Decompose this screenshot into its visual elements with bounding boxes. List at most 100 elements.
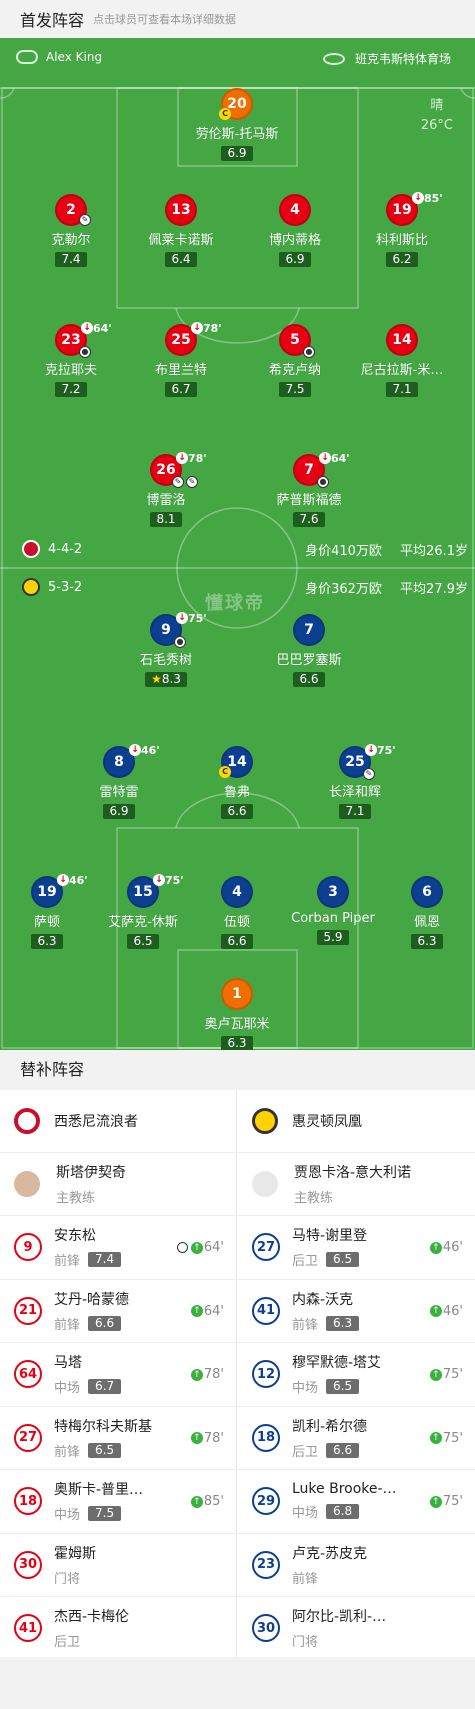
player-number: 7 ↓ 64' ● bbox=[293, 452, 350, 488]
sub-number: 29 bbox=[252, 1487, 280, 1516]
sub-in-time: 46' bbox=[442, 1303, 463, 1319]
away-subs-column: 惠灵顿凤凰 贾恩卡洛-意大利诺 主教练 27 马特-谢里登 后卫 6.5 ↑ 46' 4… bbox=[238, 1090, 475, 1661]
player-name: 雷特雷 bbox=[99, 785, 139, 800]
sub-position: 前锋 bbox=[54, 1317, 81, 1333]
away-team-value: 身价362万欧 bbox=[305, 582, 382, 597]
sub-rating: 7.5 bbox=[88, 1506, 122, 1522]
stadium-icon bbox=[322, 52, 345, 65]
player-name: 奥卢瓦耶米 bbox=[204, 1017, 270, 1032]
sub-player-row[interactable]: 23 卢克-苏皮克 前锋 bbox=[238, 1534, 475, 1597]
sub-player-row[interactable]: 27 特梅尔科夫斯基 前锋 6.5 ↑ 78' bbox=[0, 1407, 236, 1470]
sub-position: 门将 bbox=[292, 1635, 319, 1651]
sub-out-icon: ↓ bbox=[81, 322, 93, 334]
player-away-fw-1[interactable]: 9 ↓ 75' ● 石毛秀树 ★8.3 bbox=[101, 612, 231, 687]
player-away-fw-2[interactable]: 7 巴巴罗塞斯 6.6 bbox=[244, 614, 374, 687]
sub-player-row[interactable]: 64 马塔 中场 6.7 ↑ 78' bbox=[0, 1343, 236, 1407]
sub-player-row[interactable]: 30 阿尔比-凯利-… 门将 bbox=[238, 1597, 475, 1661]
sub-in-info: ↑ 75' bbox=[429, 1367, 463, 1382]
sub-out-icon: ↓ bbox=[153, 874, 165, 886]
sub-in-time: 64' bbox=[203, 1240, 224, 1255]
player-number: 20 C bbox=[219, 88, 253, 120]
sub-in-icon: ↑ bbox=[429, 1241, 442, 1254]
sub-out-time: 75' bbox=[188, 612, 207, 625]
sub-out-time: 78' bbox=[188, 452, 207, 465]
player-home-mid-2[interactable]: 25 ↓ 78' 布里兰特 6.7 bbox=[116, 322, 246, 397]
player-rating: 6.6 bbox=[293, 672, 325, 687]
player-number: 14 bbox=[386, 324, 418, 356]
player-home-mid-4[interactable]: 14 尼古拉斯-米… 7.1 bbox=[337, 324, 467, 397]
player-number: 23 ↓ 64' ● bbox=[55, 322, 112, 358]
player-rating: 6.2 bbox=[386, 252, 418, 267]
player-rating: 6.9 bbox=[221, 146, 253, 161]
player-away-mid-3[interactable]: 25 ↓ 75' ✎ 长泽和辉 7.1 bbox=[290, 744, 420, 819]
sub-position: 中场 bbox=[292, 1381, 319, 1397]
player-name: 科利斯比 bbox=[375, 233, 428, 248]
sub-player-row[interactable]: 18 奥斯卡-普里… 中场 7.5 ↑ 85' bbox=[0, 1470, 236, 1534]
player-rating: 6.4 bbox=[165, 252, 197, 267]
sub-number: 18 bbox=[14, 1487, 42, 1516]
sub-in-time: 85' bbox=[203, 1494, 224, 1509]
sub-in-info: ↑ 64' bbox=[190, 1304, 224, 1319]
sub-player-row[interactable]: 9 安东松 前锋 7.4 ↑ 64' bbox=[0, 1216, 236, 1280]
player-rating: 6.3 bbox=[221, 1036, 253, 1050]
sub-player-row[interactable]: 21 艾丹-哈蒙德 前锋 6.6 ↑ 64' bbox=[0, 1280, 236, 1343]
player-home-fw-2[interactable]: 7 ↓ 64' ● 萨普斯福德 7.6 bbox=[244, 452, 374, 527]
player-name: 萨普斯福德 bbox=[276, 493, 342, 508]
sub-name: 卢克-苏皮克 bbox=[292, 1545, 368, 1562]
sub-player-row[interactable]: 12 穆罕默德-塔艾 中场 6.5 ↑ 75' bbox=[238, 1343, 475, 1407]
away-coach-row[interactable]: 贾恩卡洛-意大利诺 主教练 bbox=[238, 1153, 475, 1216]
player-number: 19 ↓ 85' bbox=[386, 192, 443, 226]
coach-name: 斯塔伊契奇 bbox=[56, 1165, 126, 1181]
player-away-gk[interactable]: 1 奥卢瓦耶米 6.3 bbox=[172, 978, 302, 1050]
player-home-gk[interactable]: 20 C 劳伦斯-托马斯 6.9 bbox=[172, 88, 302, 161]
home-coach-row[interactable]: 斯塔伊契奇 主教练 bbox=[0, 1153, 236, 1216]
player-number: 7 bbox=[293, 614, 325, 646]
captain-icon: C bbox=[219, 766, 231, 778]
sub-number: 12 bbox=[252, 1360, 280, 1389]
home-team-row[interactable]: 西悉尼流浪者 bbox=[0, 1090, 236, 1153]
sub-number: 18 bbox=[252, 1423, 280, 1452]
player-away-def-5[interactable]: 6 佩恩 6.3 bbox=[362, 876, 475, 949]
player-home-def-4[interactable]: 19 ↓ 85' 科利斯比 6.2 bbox=[337, 192, 467, 267]
sub-number: 30 bbox=[14, 1550, 42, 1579]
away-team-logo bbox=[22, 578, 40, 596]
captain-icon: C bbox=[219, 108, 231, 120]
sub-in-time: 78' bbox=[203, 1367, 224, 1382]
sub-rating: 6.3 bbox=[326, 1315, 360, 1331]
sub-name: 穆罕默德-塔艾 bbox=[292, 1355, 382, 1372]
sub-player-row[interactable]: 41 杰西-卡梅伦 后卫 bbox=[0, 1597, 236, 1661]
player-away-mid-1[interactable]: 8 ↓ 46' 雷特雷 6.9 bbox=[54, 744, 184, 819]
sub-out-icon: ↓ bbox=[365, 744, 377, 756]
coach-avatar bbox=[14, 1171, 40, 1197]
player-home-fw-1[interactable]: 26 ↓ 78' ✎ ✎ 博雷洛 8.1 bbox=[101, 452, 231, 527]
sub-in-info: ↑ 85' bbox=[190, 1494, 224, 1509]
sub-in-info: ↑ 78' bbox=[190, 1431, 224, 1446]
sub-in-icon: ↑ bbox=[190, 1368, 203, 1381]
away-team-row[interactable]: 惠灵顿凤凰 bbox=[238, 1090, 475, 1153]
sub-in-time: 75' bbox=[442, 1367, 463, 1382]
weather: 晴 26°C bbox=[421, 96, 453, 136]
home-formation-label: 4-4-2 bbox=[48, 541, 83, 557]
sub-name: 艾丹-哈蒙德 bbox=[54, 1291, 130, 1308]
sub-name: 杰西-卡梅伦 bbox=[54, 1609, 130, 1626]
player-number: 19 ↓ 46' bbox=[31, 874, 88, 908]
player-name: 长泽和辉 bbox=[328, 785, 381, 800]
away-formation: 5-3-2 bbox=[22, 578, 82, 596]
lineup-header: 首发阵容 点击球员可查看本场详细数据 bbox=[0, 0, 475, 38]
sub-player-row[interactable]: 41 内森-沃克 前锋 6.3 ↑ 46' bbox=[238, 1280, 475, 1343]
player-away-mid-2[interactable]: 14 C 鲁弗 6.6 bbox=[172, 746, 302, 819]
sub-player-row[interactable]: 18 凯利-希尔德 后卫 6.6 ↑ 75' bbox=[238, 1407, 475, 1470]
home-team-logo bbox=[22, 540, 40, 558]
sub-player-row[interactable]: 27 马特-谢里登 后卫 6.5 ↑ 46' bbox=[238, 1216, 475, 1280]
player-rating: 6.9 bbox=[279, 252, 311, 267]
player-name: 佩莱卡诺斯 bbox=[148, 233, 214, 248]
sub-player-row[interactable]: 29 Luke Brooke-… 中场 6.8 ↑ 75' bbox=[238, 1470, 475, 1534]
player-rating: 7.2 bbox=[55, 382, 87, 397]
coach-name: 贾恩卡洛-意大利诺 bbox=[294, 1165, 412, 1181]
sub-player-row[interactable]: 30 霍姆斯 门将 bbox=[0, 1534, 236, 1597]
card-icon: ✎ bbox=[79, 214, 91, 226]
player-home-def-2[interactable]: 13 佩莱卡诺斯 6.4 bbox=[116, 194, 246, 267]
card-icon: ✎ bbox=[186, 476, 198, 488]
player-number: 2 ✎ bbox=[55, 194, 91, 226]
sub-position: 前锋 bbox=[292, 1317, 319, 1333]
